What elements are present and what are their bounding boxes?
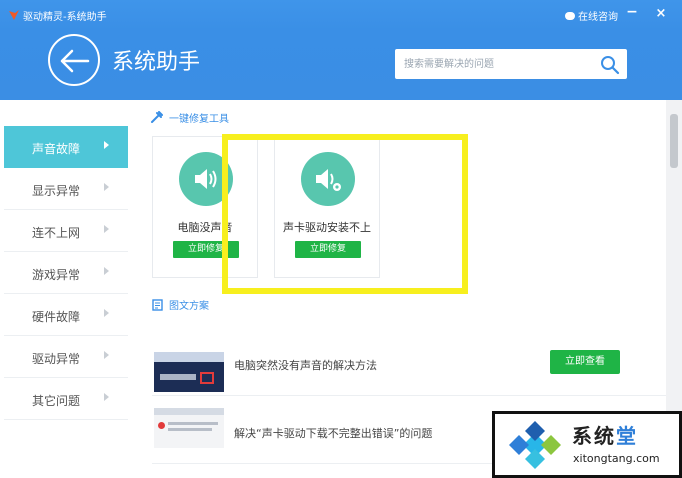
- chevron-right-icon: [104, 393, 109, 401]
- article-thumbnail: [154, 352, 224, 392]
- chevron-right-icon: [104, 141, 109, 149]
- articles-title: 图文方案: [169, 301, 209, 312]
- article-row[interactable]: 电脑突然没有声音的解决方法 立即查看: [152, 340, 666, 396]
- app-logo-icon: [9, 10, 19, 20]
- search-icon[interactable]: [599, 54, 621, 76]
- online-help-label: 在线咨询: [578, 12, 618, 23]
- system-assistant-window: 驱动精灵-系统助手 在线咨询 − × 系统助手 声音故障: [0, 0, 682, 478]
- sidebar-item-sound[interactable]: 声音故障: [4, 126, 128, 168]
- repair-tools-heading: 一键修复工具: [150, 110, 229, 125]
- close-button[interactable]: ×: [654, 6, 668, 24]
- sidebar-item-label: 驱动异常: [32, 352, 81, 366]
- highlight-box: [222, 134, 468, 294]
- scrollbar-thumb[interactable]: [670, 114, 678, 168]
- chevron-right-icon: [104, 267, 109, 275]
- repair-tools-title: 一键修复工具: [169, 114, 229, 125]
- app-title: 驱动精灵-系统助手: [23, 12, 107, 23]
- title-bar: 驱动精灵-系统助手 在线咨询 − ×: [0, 0, 682, 30]
- watermark-logo: 系统堂 xitongtang.com: [492, 411, 682, 478]
- sidebar-item-network[interactable]: 连不上网: [4, 210, 128, 252]
- wrench-icon: [151, 111, 163, 123]
- sidebar: 声音故障 显示异常 连不上网 游戏异常 硬件故障 驱动异常 其它问题: [0, 100, 130, 478]
- view-now-button[interactable]: 立即查看: [550, 350, 620, 374]
- sidebar-item-other[interactable]: 其它问题: [4, 378, 128, 420]
- sidebar-item-hardware[interactable]: 硬件故障: [4, 294, 128, 336]
- sidebar-item-game[interactable]: 游戏异常: [4, 252, 128, 294]
- sidebar-item-label: 其它问题: [32, 394, 81, 408]
- watermark-brand: 系统堂: [572, 424, 638, 448]
- search-box: [395, 49, 627, 79]
- sidebar-item-label: 连不上网: [32, 226, 81, 240]
- sidebar-item-label: 显示异常: [32, 184, 81, 198]
- minimize-button[interactable]: −: [625, 4, 639, 22]
- sidebar-item-label: 硬件故障: [32, 310, 81, 324]
- chevron-right-icon: [104, 183, 109, 191]
- arrow-left-icon: [60, 49, 90, 73]
- chevron-right-icon: [104, 309, 109, 317]
- sidebar-item-driver[interactable]: 驱动异常: [4, 336, 128, 378]
- search-input[interactable]: [395, 49, 595, 79]
- header-bar: 系统助手: [0, 30, 682, 100]
- online-help-link[interactable]: 在线咨询: [565, 8, 618, 23]
- document-icon: [152, 298, 163, 311]
- back-button[interactable]: [48, 34, 100, 86]
- article-title[interactable]: 电脑突然没有声音的解决方法: [234, 357, 377, 373]
- sidebar-item-label: 游戏异常: [32, 268, 81, 282]
- articles-heading: 图文方案: [152, 297, 209, 312]
- chevron-right-icon: [104, 351, 109, 359]
- chat-bubble-icon: [565, 11, 575, 20]
- watermark-url: xitongtang.com: [573, 452, 660, 465]
- sidebar-item-label: 声音故障: [32, 142, 81, 156]
- article-thumbnail: [154, 408, 224, 448]
- chevron-right-icon: [104, 225, 109, 233]
- article-title[interactable]: 解决“声卡驱动下载不完整出错误”的问题: [234, 425, 432, 441]
- diamond-logo-icon: [509, 421, 561, 469]
- sidebar-item-display[interactable]: 显示异常: [4, 168, 128, 210]
- page-title: 系统助手: [112, 50, 201, 75]
